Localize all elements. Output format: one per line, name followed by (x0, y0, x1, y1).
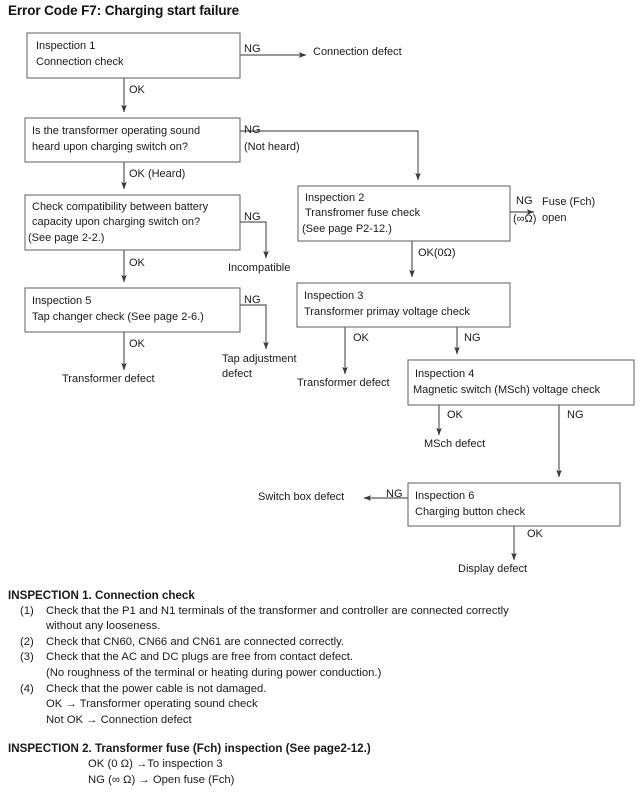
item-text: Check that the P1 and N1 terminals of th… (46, 604, 509, 617)
inspection2-heading: INSPECTION 2. Transformer fuse (Fch) ins… (8, 742, 371, 756)
flow-box-inspection-4[interactable]: Inspection 4 Magnetic switch (MSch) volt… (407, 359, 635, 406)
box-line: Tap changer check (See page 2-6.) (32, 311, 204, 323)
edge-label-ng: NG (516, 195, 533, 207)
terminal-switch-box-defect: Switch box defect (258, 491, 344, 503)
inspection2-ok-line: OK (0 Ω) →To inspection 3 (88, 757, 223, 770)
box-line: Magnetic switch (MSch) voltage check (413, 384, 601, 396)
flow-box-inspection-2[interactable]: Inspection 2 Transfromer fuse check (See… (297, 185, 511, 242)
terminal-msch-defect: MSch defect (424, 438, 485, 450)
edge-label-not-heard: (Not heard) (244, 141, 300, 153)
flow-box-transformer-sound-question[interactable]: Is the transformer operating sound heard… (24, 117, 241, 163)
inspection1-item-4: (4) Check that the power cable is not da… (0, 682, 644, 698)
edge-sound-ng (240, 130, 421, 181)
edge-label-ng: NG (567, 409, 584, 421)
edge-label-infinite-ohm: (∞Ω) (513, 213, 536, 225)
box-line: Is the transformer operating sound (32, 125, 200, 137)
inspection1-item-4-ok: OK → Transformer operating sound check (46, 698, 258, 711)
flow-box-inspection-6[interactable]: Inspection 6 Charging button check (407, 482, 621, 527)
inspection1-item-3: (3) Check that the AC and DC plugs are f… (0, 650, 644, 666)
flow-box-inspection-3[interactable]: Inspection 3 Transformer primay voltage … (296, 282, 511, 328)
terminal-fuse-fch-open-line2: open (542, 212, 566, 224)
item-number: (2) (20, 635, 34, 648)
item-text: Check that the AC and DC plugs are free … (46, 651, 354, 664)
inspection1-item-3-cont: (No roughness of the terminal or heating… (46, 666, 382, 679)
edge-label-ok-zero-ohm: OK(0Ω) (418, 247, 456, 259)
edge-label-ng: NG (244, 43, 261, 55)
edge-label-ok: OK (129, 84, 146, 96)
edge-label-ok: OK (527, 528, 544, 540)
box-line: (See page P2-12.) (302, 223, 392, 235)
box-line: capacity upon charging switch on? (32, 216, 200, 228)
box-line: Transformer primay voltage check (304, 306, 470, 318)
box-line: (See page 2-2.) (28, 232, 104, 244)
terminal-fuse-fch-open: Fuse (Fch) (542, 196, 595, 208)
box-line: Check compatibility between battery (32, 201, 209, 213)
box-line: Inspection 1 (36, 40, 95, 52)
flow-box-inspection-5[interactable]: Inspection 5 Tap changer check (See page… (24, 287, 241, 333)
box-line: Inspection 4 (415, 368, 474, 380)
edge-label-ng: NG (386, 488, 403, 500)
inspection1-heading: INSPECTION 1. Connection check (8, 589, 195, 602)
terminal-incompatible: Incompatible (228, 262, 290, 274)
inspection1-item-1: (1) Check that the P1 and N1 terminals o… (0, 604, 644, 620)
edge-label-ng: NG (244, 124, 261, 136)
terminal-tap-adjustment-defect: Tap adjustment (222, 353, 297, 365)
edge-compatibility-ng (240, 221, 269, 259)
item-number: (3) (20, 651, 34, 664)
inspection1-item-4-notok: Not OK → Connection defect (46, 713, 192, 726)
inspection1-item-2: (2) Check that CN60, CN66 and CN61 are c… (0, 635, 644, 651)
terminal-transformer-defect-mid: Transformer defect (297, 377, 390, 389)
box-line: Inspection 5 (32, 295, 91, 307)
terminal-tap-adjustment-defect-line2: defect (222, 368, 252, 380)
box-line: heard upon charging switch on? (32, 141, 188, 153)
box-line: Charging button check (415, 506, 526, 518)
edge-label-ok: OK (447, 409, 464, 421)
edge-label-ok: OK (353, 332, 370, 344)
flow-box-inspection-1[interactable]: Inspection 1 Connection check (26, 32, 241, 79)
terminal-connection-defect: Connection defect (313, 46, 402, 58)
box-line: Inspection 6 (415, 490, 474, 502)
item-text: Check that CN60, CN66 and CN61 are conne… (46, 635, 345, 648)
box-line: Inspection 3 (304, 290, 363, 302)
terminal-transformer-defect-left: Transformer defect (62, 373, 155, 385)
item-text: Check that the power cable is not damage… (46, 682, 267, 695)
flow-box-battery-compatibility-check[interactable]: Check compatibility between battery capa… (24, 194, 241, 251)
edge-label-ok-heard: OK (Heard) (129, 168, 185, 180)
edge-inspection5-ng (240, 304, 269, 350)
edge-label-ng: NG (464, 332, 481, 344)
inspection1-item-1-cont: without any looseness. (46, 620, 161, 633)
item-number: (4) (20, 682, 34, 695)
box-line: Connection check (36, 56, 124, 68)
terminal-display-defect: Display defect (458, 563, 527, 575)
diagram-page: Error Code F7: Charging start failure In… (0, 0, 644, 805)
edge-label-ok: OK (129, 338, 146, 350)
instructions-block: INSPECTION 1. Connection check (1) Check… (0, 588, 644, 788)
flowchart-svg: Inspection 1 Connection check Is the tra… (24, 32, 635, 575)
edge-label-ng: NG (244, 294, 261, 306)
edge-label-ok: OK (129, 257, 146, 269)
box-line: Transfromer fuse check (305, 207, 421, 219)
item-number: (1) (20, 604, 34, 617)
edge-label-ng: NG (244, 211, 261, 223)
box-line: Inspection 2 (305, 192, 364, 204)
inspection2-ng-line: NG (∞ Ω) → Open fuse (Fch) (88, 773, 235, 786)
